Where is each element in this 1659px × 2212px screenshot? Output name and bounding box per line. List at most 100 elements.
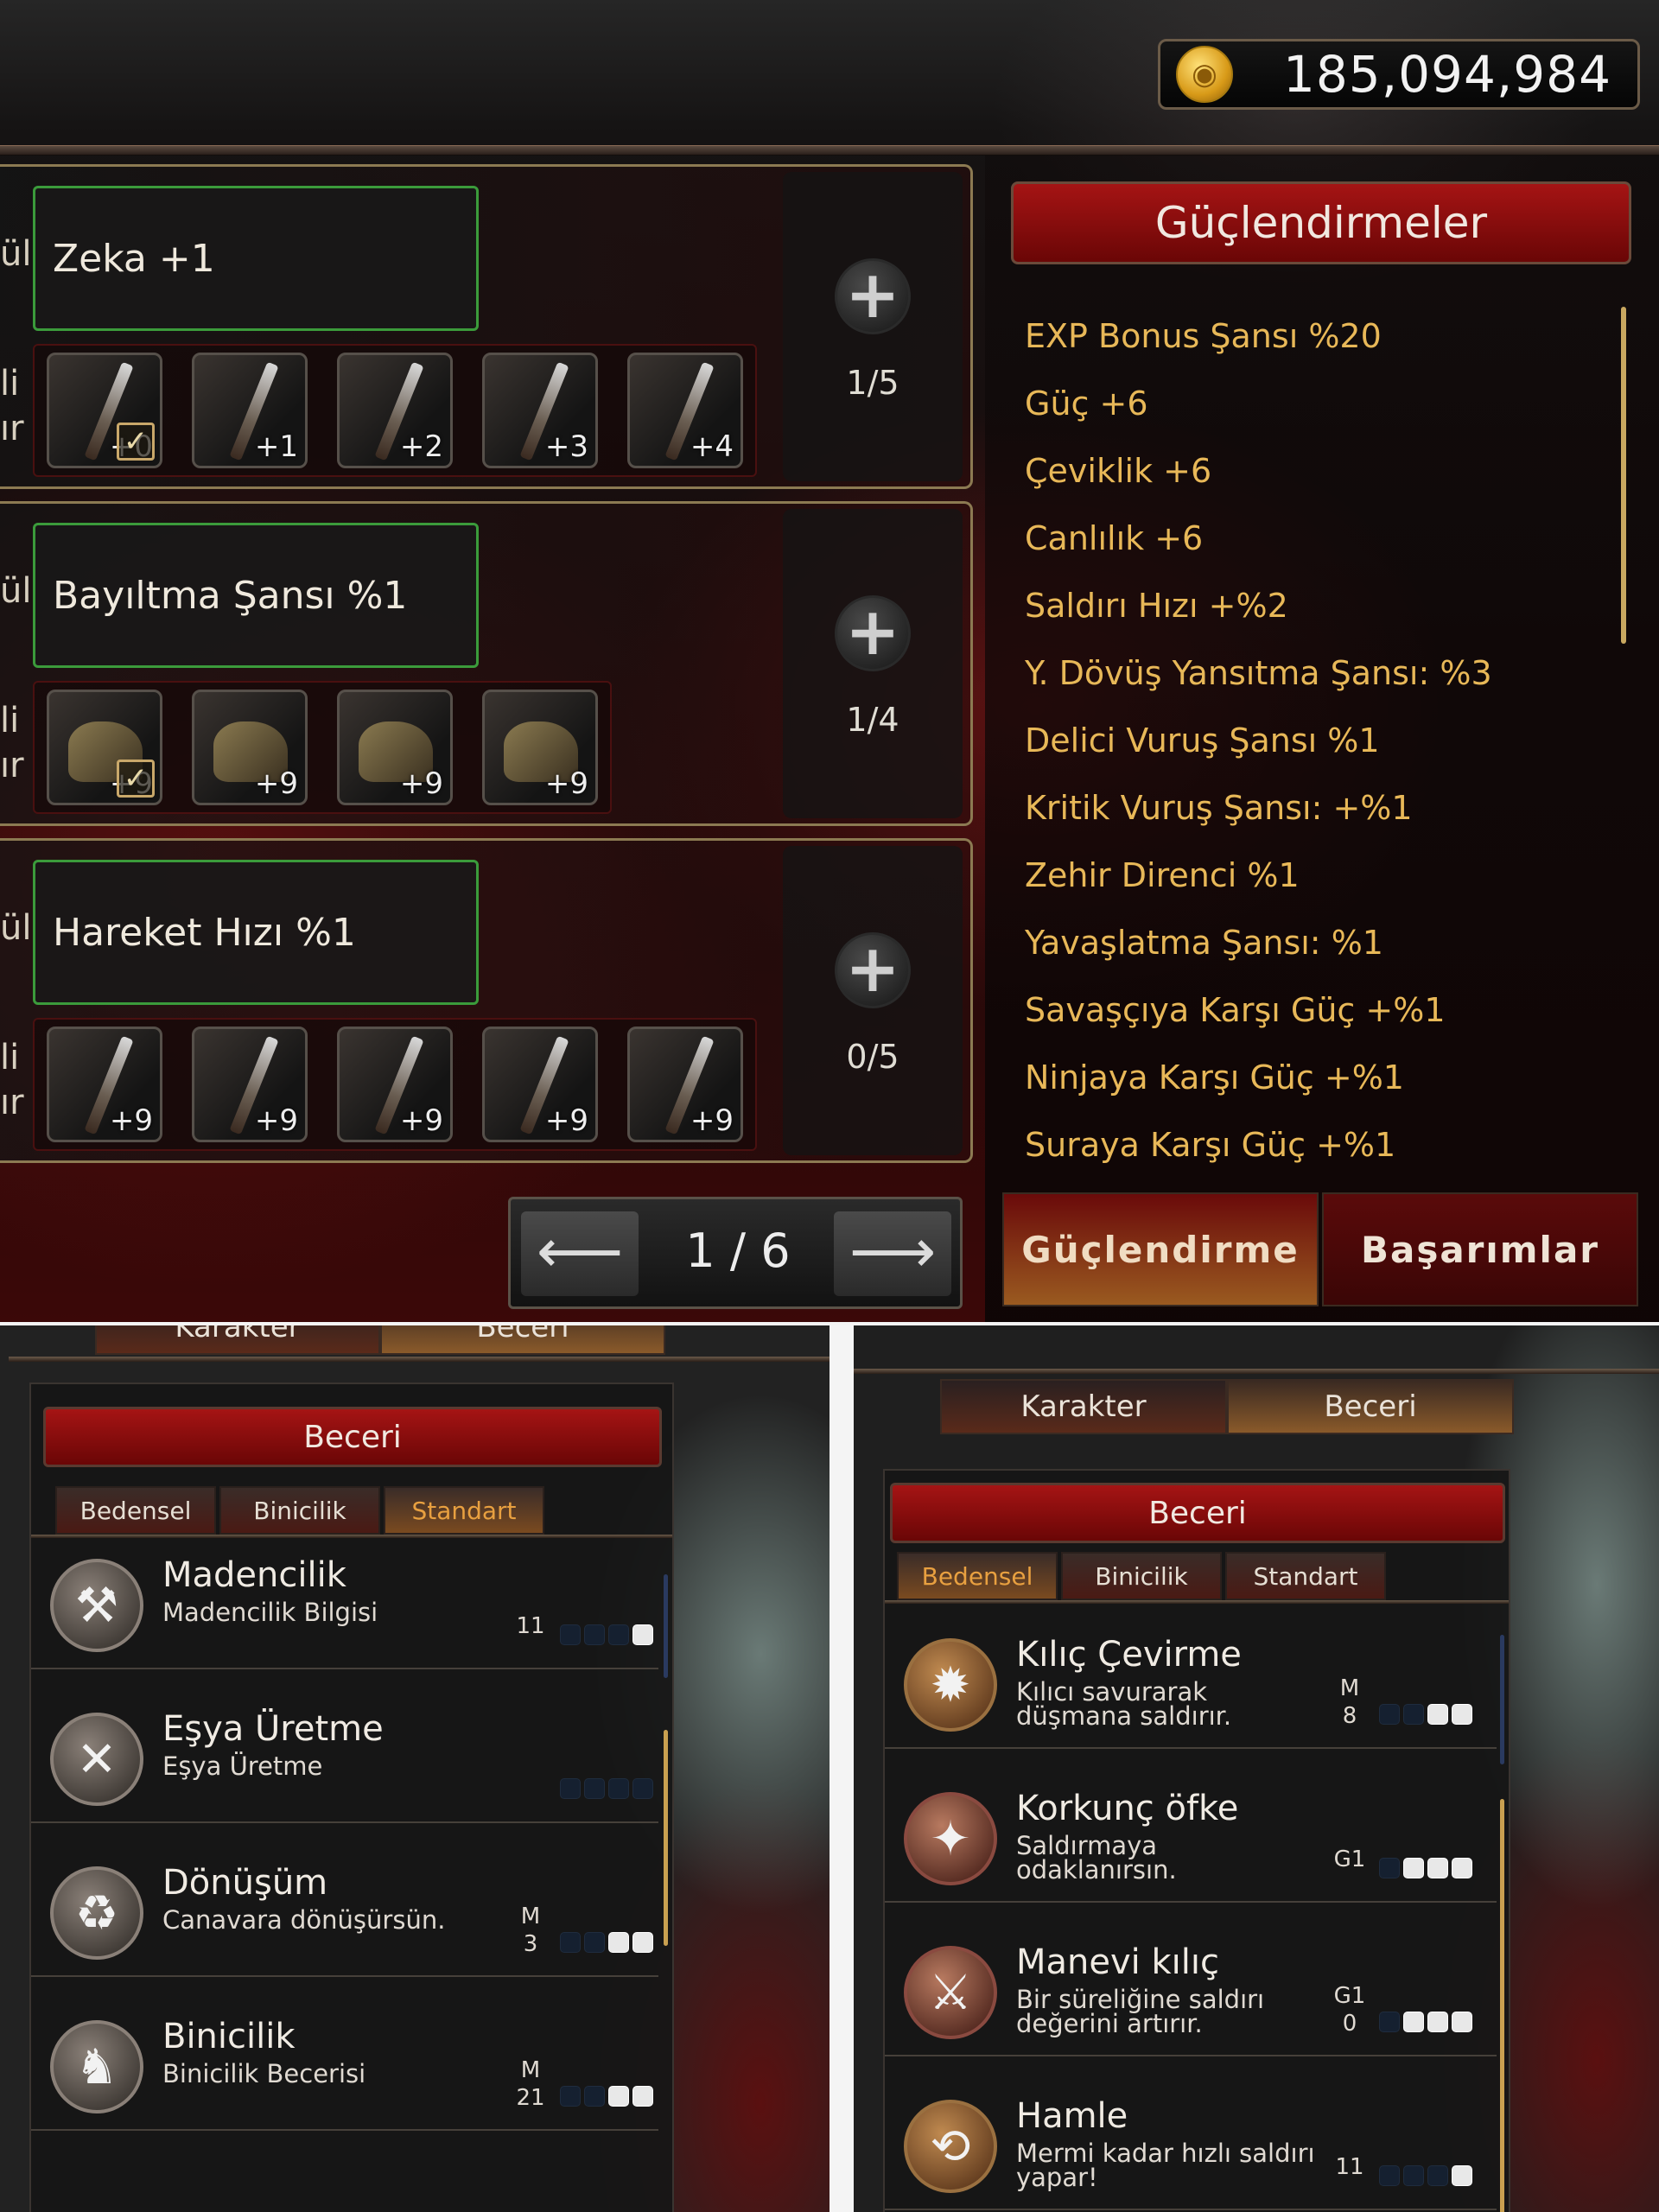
buff-item: Savaşçıya Karşı Güç +%1	[1025, 991, 1446, 1029]
weapon-item[interactable]: +2	[337, 353, 453, 468]
gold-amount: 185,094,984	[1283, 45, 1611, 104]
skill-description: Saldırmaya odaklanırsın.	[1016, 1831, 1177, 1885]
boots-item[interactable]: +9	[337, 690, 453, 805]
item-level: +9	[399, 1103, 443, 1138]
weapon-item[interactable]: +4	[627, 353, 743, 468]
tab-bedensel[interactable]: Bedensel	[897, 1552, 1058, 1600]
add-button[interactable]: +	[835, 932, 911, 1008]
weapon-item[interactable]: +0✓	[47, 353, 162, 468]
buff-item: Ninjaya Karşı Güç +%1	[1025, 1058, 1404, 1096]
tab-bedensel[interactable]: Bedensel	[55, 1486, 216, 1535]
frame-border	[854, 1369, 1659, 1374]
slot-progress: +1/5	[783, 172, 963, 481]
beceri-title: Beceri	[43, 1407, 662, 1467]
skill-level-pips	[1379, 1858, 1472, 1878]
tab-basarimlar[interactable]: Başarımlar	[1322, 1192, 1638, 1306]
tab-binicilik[interactable]: Binicilik	[219, 1486, 380, 1535]
buffs-tabs: Güçlendirme Başarımlar	[1002, 1192, 1642, 1306]
add-button[interactable]: +	[835, 595, 911, 671]
skill-item[interactable]: ✦ Korkunç öfke Saldırmaya odaklanırsın. G1	[885, 1773, 1497, 1903]
tab-beceri[interactable]: Beceri	[1227, 1379, 1514, 1434]
sword-spin-icon: ✹	[904, 1638, 997, 1732]
skill-item[interactable]: ✕ Eşya Üretme Eşya Üretme	[31, 1694, 658, 1823]
item-level: +9	[254, 1103, 298, 1138]
buff-item: Kritik Vuruş Şansı: +%1	[1025, 789, 1413, 827]
weapon-item[interactable]: +9	[47, 1027, 162, 1142]
skill-scrollbar-thumb[interactable]	[664, 1730, 668, 1946]
tab-karakter[interactable]: Karakter	[95, 1325, 380, 1355]
level-pip	[1452, 2165, 1472, 2186]
bonus-stat: Hareket Hızı %1	[33, 860, 479, 1005]
skill-grade: G1	[1333, 1847, 1366, 1872]
arrow-left-icon[interactable]: ⟵	[521, 1211, 639, 1296]
skill-grade: G1 0	[1333, 1983, 1366, 2037]
slot-count: 1/5	[846, 364, 899, 402]
skill-item[interactable]: ♻ Dönüşüm Canavara dönüşürsün. M 3	[31, 1847, 658, 1977]
required-items-row: +9✓ +9 +9 +9	[33, 681, 612, 814]
tab-standart[interactable]: Standart	[1225, 1552, 1386, 1600]
level-pip	[584, 1778, 605, 1799]
frame-border	[9, 1357, 830, 1362]
weapon-item[interactable]: +9	[337, 1027, 453, 1142]
boots-item[interactable]: +9	[192, 690, 308, 805]
skill-item[interactable]: ⚔ Manevi kılıç Bir süreliğine saldırı değe…	[885, 1927, 1497, 2056]
level-pip	[608, 1624, 629, 1645]
add-button[interactable]: +	[835, 258, 911, 334]
skill-description: Canavara dönüşürsün.	[162, 1905, 446, 1935]
skill-grade: M 21	[516, 2057, 545, 2111]
tab-standart[interactable]: Standart	[384, 1486, 544, 1535]
level-pip	[1379, 1704, 1400, 1725]
beceri-title: Beceri	[890, 1483, 1505, 1543]
buff-item: Canlılık +6	[1025, 519, 1204, 557]
skill-item[interactable]: ⟲ Hamle Mermi kadar hızlı saldırı yapar! 11	[885, 2081, 1497, 2210]
boots-item[interactable]: +9✓	[47, 690, 162, 805]
buff-item: EXP Bonus Şansı %20	[1025, 317, 1382, 355]
skill-category-tabs: Bedensel Binicilik Standart	[897, 1552, 1389, 1600]
item-level: +9	[399, 766, 443, 801]
skill-name: Madencilik	[162, 1555, 346, 1595]
skill-grade: 11	[1335, 2154, 1364, 2180]
boots-item[interactable]: +9	[482, 690, 598, 805]
slot-edge-label: li	[0, 1038, 20, 1077]
beceri-panel: Beceri Bedensel Binicilik Standart ⚒ Madenc…	[29, 1382, 674, 2212]
weapon-item[interactable]: +9	[627, 1027, 743, 1142]
rage-icon: ✦	[904, 1792, 997, 1885]
buff-item: Zehir Direnci %1	[1025, 856, 1300, 894]
skill-scrollbar[interactable]	[664, 1574, 668, 1678]
arrow-right-icon[interactable]: ⟶	[834, 1211, 951, 1296]
level-pip	[632, 1932, 653, 1953]
level-pip	[632, 1624, 653, 1645]
buff-list: EXP Bonus Şansı %20 Güç +6 Çeviklik +6 Canl…	[1025, 302, 1492, 1179]
weapon-item[interactable]: +9	[192, 1027, 308, 1142]
buff-scrollbar[interactable]	[1621, 307, 1626, 644]
tab-beceri[interactable]: Beceri	[380, 1325, 665, 1355]
checkbox-icon[interactable]: ✓	[117, 423, 155, 461]
level-pip	[1427, 2012, 1448, 2032]
subtab-underline	[31, 1535, 672, 1538]
level-pip	[584, 1624, 605, 1645]
weapon-item[interactable]: +3	[482, 353, 598, 468]
checkbox-icon[interactable]: ✓	[117, 760, 155, 798]
skill-scrollbar[interactable]	[1500, 1635, 1504, 1764]
tab-karakter[interactable]: Karakter	[940, 1379, 1227, 1434]
beceri-panel: Beceri Bedensel Binicilik Standart ✹ Kılıç …	[883, 1469, 1510, 2212]
skill-item[interactable]: ⚒ Madencilik Madencilik Bilgisi 11	[31, 1540, 658, 1669]
level-pip	[1379, 1858, 1400, 1878]
buff-item: Y. Dövüş Yansıtma Şansı: %3	[1025, 654, 1492, 692]
gold-display: ◉ 185,094,984	[1158, 39, 1640, 110]
item-level: +9	[254, 766, 298, 801]
tab-binicilik[interactable]: Binicilik	[1061, 1552, 1222, 1600]
skill-name: Hamle	[1016, 2096, 1128, 2136]
level-pip	[1403, 1858, 1424, 1878]
tab-guclendirme[interactable]: Güçlendirme	[1002, 1192, 1319, 1306]
weapon-item[interactable]: +9	[482, 1027, 598, 1142]
skill-scrollbar-thumb[interactable]	[1500, 1799, 1504, 2212]
level-pip	[560, 1778, 581, 1799]
weapon-item[interactable]: +1	[192, 353, 308, 468]
level-pip	[1403, 1704, 1424, 1725]
skill-item[interactable]: ♞ Binicilik Binicilik Becerisi M 21	[31, 2001, 658, 2131]
skill-item[interactable]: ✹ Kılıç Çevirme Kılıcı savurarak düşmana s…	[885, 1619, 1497, 1749]
skill-name: Dönüşüm	[162, 1863, 328, 1903]
skill-grade: 11	[516, 1613, 545, 1639]
skill-description: Mermi kadar hızlı saldırı yapar!	[1016, 2139, 1315, 2192]
